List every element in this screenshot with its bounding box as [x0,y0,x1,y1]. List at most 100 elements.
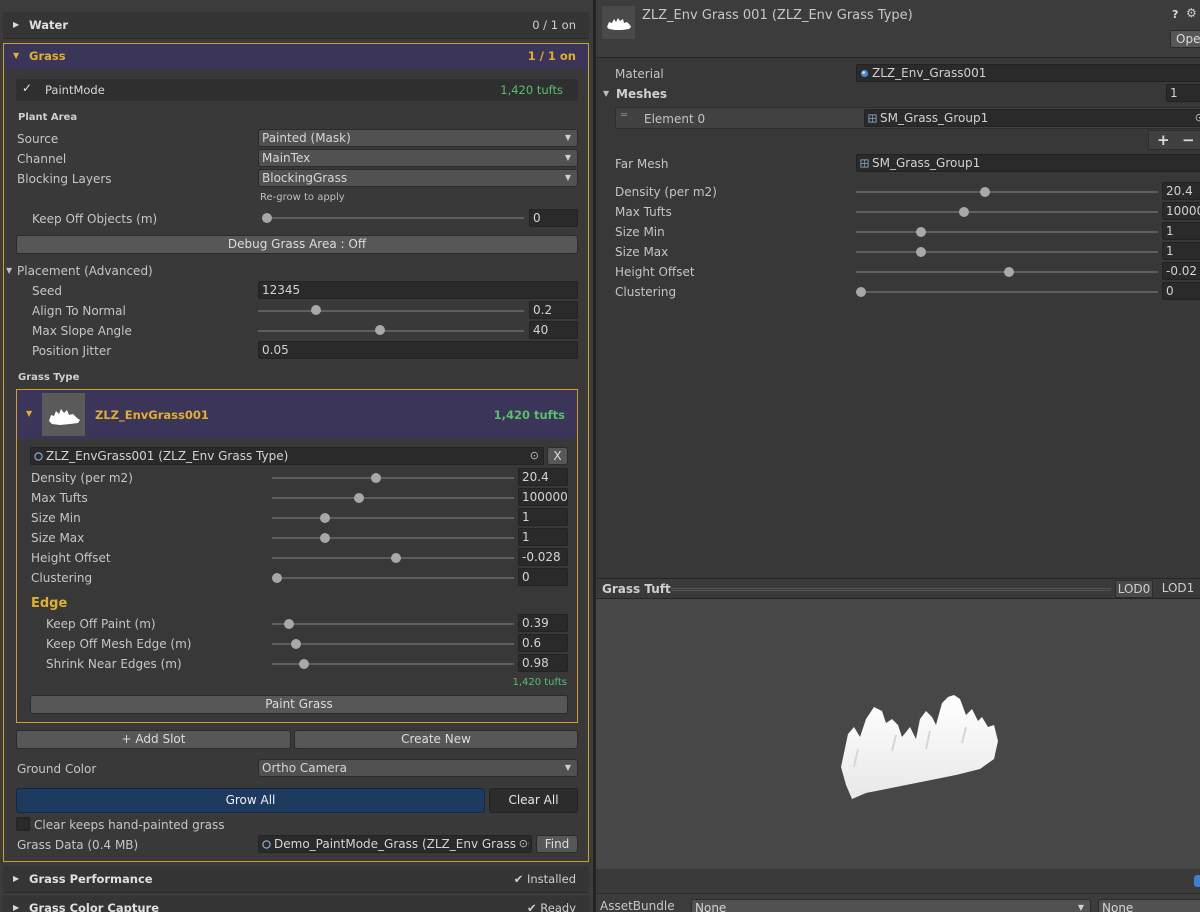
param-value-field[interactable]: 1 [518,508,568,526]
param-slider[interactable] [856,211,1158,213]
param-value-field[interactable]: 0 [518,568,568,586]
max-slope-angle-value[interactable]: 40 [529,321,578,339]
settings-icon[interactable]: ⚙ [1186,6,1197,20]
param-slider[interactable] [272,623,514,625]
far-mesh-object-field[interactable]: SM_Grass_Group1 [856,154,1200,172]
param-value-field[interactable]: 100000 [518,488,568,506]
max-slope-angle-slider[interactable] [258,330,524,332]
param-value-field[interactable]: -0.028 [518,548,568,566]
seed-field[interactable]: 12345 [258,281,578,299]
open-button[interactable]: Ope [1170,30,1200,48]
param-slider[interactable] [272,537,514,539]
mesh-preview-viewport[interactable] [596,599,1200,869]
slider-thumb[interactable] [262,213,272,223]
remove-element-button[interactable]: − [1182,131,1195,149]
align-to-normal-value[interactable]: 0.2 [529,301,578,319]
grass-data-object-field[interactable]: Demo_PaintMode_Grass (ZLZ_Env Grass D ⊙ [258,835,532,853]
param-value-field[interactable]: 0.6 [518,634,568,652]
debug-grass-area-button[interactable]: Debug Grass Area : Off [16,235,578,254]
param-value-field[interactable]: 0.98 [518,654,568,672]
meshes-count[interactable]: 1 [1166,84,1200,102]
object-picker-icon[interactable]: ⊙ [1195,111,1200,124]
param-value-field[interactable]: 1 [1162,222,1200,240]
param-value-field[interactable]: 0 [1162,282,1200,300]
assetbundle-variant-dropdown[interactable]: None [1098,899,1200,912]
preview-drag-bar[interactable] [671,588,1111,591]
param-value-field[interactable]: 0.39 [518,614,568,632]
material-object-field[interactable]: ZLZ_Env_Grass001 [856,64,1200,82]
grass-type-slot-header[interactable]: ▼ ZLZ_EnvGrass001 1,420 tufts [17,390,577,439]
slider-thumb[interactable] [375,325,386,335]
param-slider[interactable] [272,643,514,645]
keep-off-objects-slider[interactable] [262,217,524,219]
param-slider[interactable] [272,477,514,479]
object-picker-icon[interactable]: ⊙ [530,449,539,462]
slider-thumb[interactable] [916,227,927,237]
param-slider[interactable] [272,517,514,519]
align-to-normal-slider[interactable] [258,310,524,312]
slider-thumb[interactable] [1003,267,1014,277]
slider-thumb[interactable] [390,553,401,563]
slider-thumb[interactable] [916,247,927,257]
param-slider[interactable] [856,251,1158,253]
seed-label: Seed [32,284,62,298]
grass-data-label: Grass Data (0.4 MB) [17,838,139,852]
slider-thumb[interactable] [272,573,282,583]
param-label: Height Offset [615,265,695,279]
param-value-field[interactable]: 1 [518,528,568,546]
preview-toggle[interactable] [1194,875,1200,887]
add-slot-button[interactable]: + Add Slot [16,730,291,749]
placement-heading[interactable]: Placement (Advanced) [17,264,153,278]
channel-dropdown[interactable]: MainTex ▼ [258,149,578,167]
paint-mode-checkbox[interactable]: ✓ [22,81,32,95]
clear-all-button[interactable]: Clear All [489,788,578,813]
grass-section-header[interactable]: ▼ Grass 1 / 1 on [4,44,588,69]
param-slider[interactable] [856,291,1158,293]
grass-type-object-field[interactable]: ZLZ_EnvGrass001 (ZLZ_Env Grass Type) ⊙ [30,447,544,465]
param-slider[interactable] [856,231,1158,233]
param-value-field[interactable]: 20.4 [518,468,568,486]
param-value-field[interactable]: 10000 [1162,202,1200,220]
lod0-button[interactable]: LOD0 [1115,580,1153,598]
blocking-layers-dropdown[interactable]: BlockingGrass ▼ [258,169,578,187]
collapse-arrow-icon[interactable]: ▼ [603,89,609,98]
param-label: Size Max [615,245,669,259]
collapse-arrow-icon[interactable]: ▼ [6,266,12,275]
grass-performance-header[interactable]: ▶ Grass Performance ✔ Installed [3,866,589,893]
meshes-label[interactable]: Meshes [616,87,667,101]
slider-thumb[interactable] [979,187,990,197]
water-section-header[interactable]: ▶ Water 0 / 1 on [3,12,589,39]
keep-off-objects-value[interactable]: 0 [529,209,578,227]
drag-handle-icon[interactable]: ═ [621,110,627,121]
add-element-button[interactable]: + [1157,131,1170,149]
grow-all-button[interactable]: Grow All [16,788,485,813]
grass-tuft-icon [49,409,80,425]
tuft-count: 1,420 tufts [493,408,565,422]
source-dropdown[interactable]: Painted (Mask) ▼ [258,129,578,147]
help-icon[interactable]: ? [1172,8,1178,21]
assetbundle-dropdown[interactable]: None ▼ [691,899,1091,912]
slider-thumb[interactable] [298,659,309,669]
lod1-button[interactable]: LOD1 [1156,580,1200,598]
param-value-field[interactable]: -0.02 [1162,262,1200,280]
clear-keeps-checkbox[interactable] [16,817,30,831]
create-new-button[interactable]: Create New [294,730,578,749]
slider-thumb[interactable] [856,287,866,297]
param-slider[interactable] [272,577,514,579]
clear-grass-type-button[interactable]: X [547,447,568,465]
position-jitter-field[interactable]: 0.05 [258,341,578,359]
assetbundle-value: None [695,901,727,912]
clear-keeps-label: Clear keeps hand-painted grass [34,818,225,832]
paint-grass-button[interactable]: Paint Grass [30,695,568,714]
find-button[interactable]: Find [536,835,578,853]
param-value-field[interactable]: 1 [1162,242,1200,260]
grass-type-asset-ref: ZLZ_EnvGrass001 (ZLZ_Env Grass Type) [46,449,289,463]
param-slider[interactable] [272,497,514,499]
grass-color-capture-header[interactable]: ▶ Grass Color Capture ✔ Ready [3,895,589,912]
slider-thumb[interactable] [958,207,969,217]
element-object-field[interactable]: SM_Grass_Group1 ⊙ [864,109,1200,127]
ground-color-dropdown[interactable]: Ortho Camera ▼ [258,759,578,777]
object-picker-icon[interactable]: ⊙ [516,837,528,850]
param-slider[interactable] [856,191,1158,193]
param-value-field[interactable]: 20.4 [1162,182,1200,200]
